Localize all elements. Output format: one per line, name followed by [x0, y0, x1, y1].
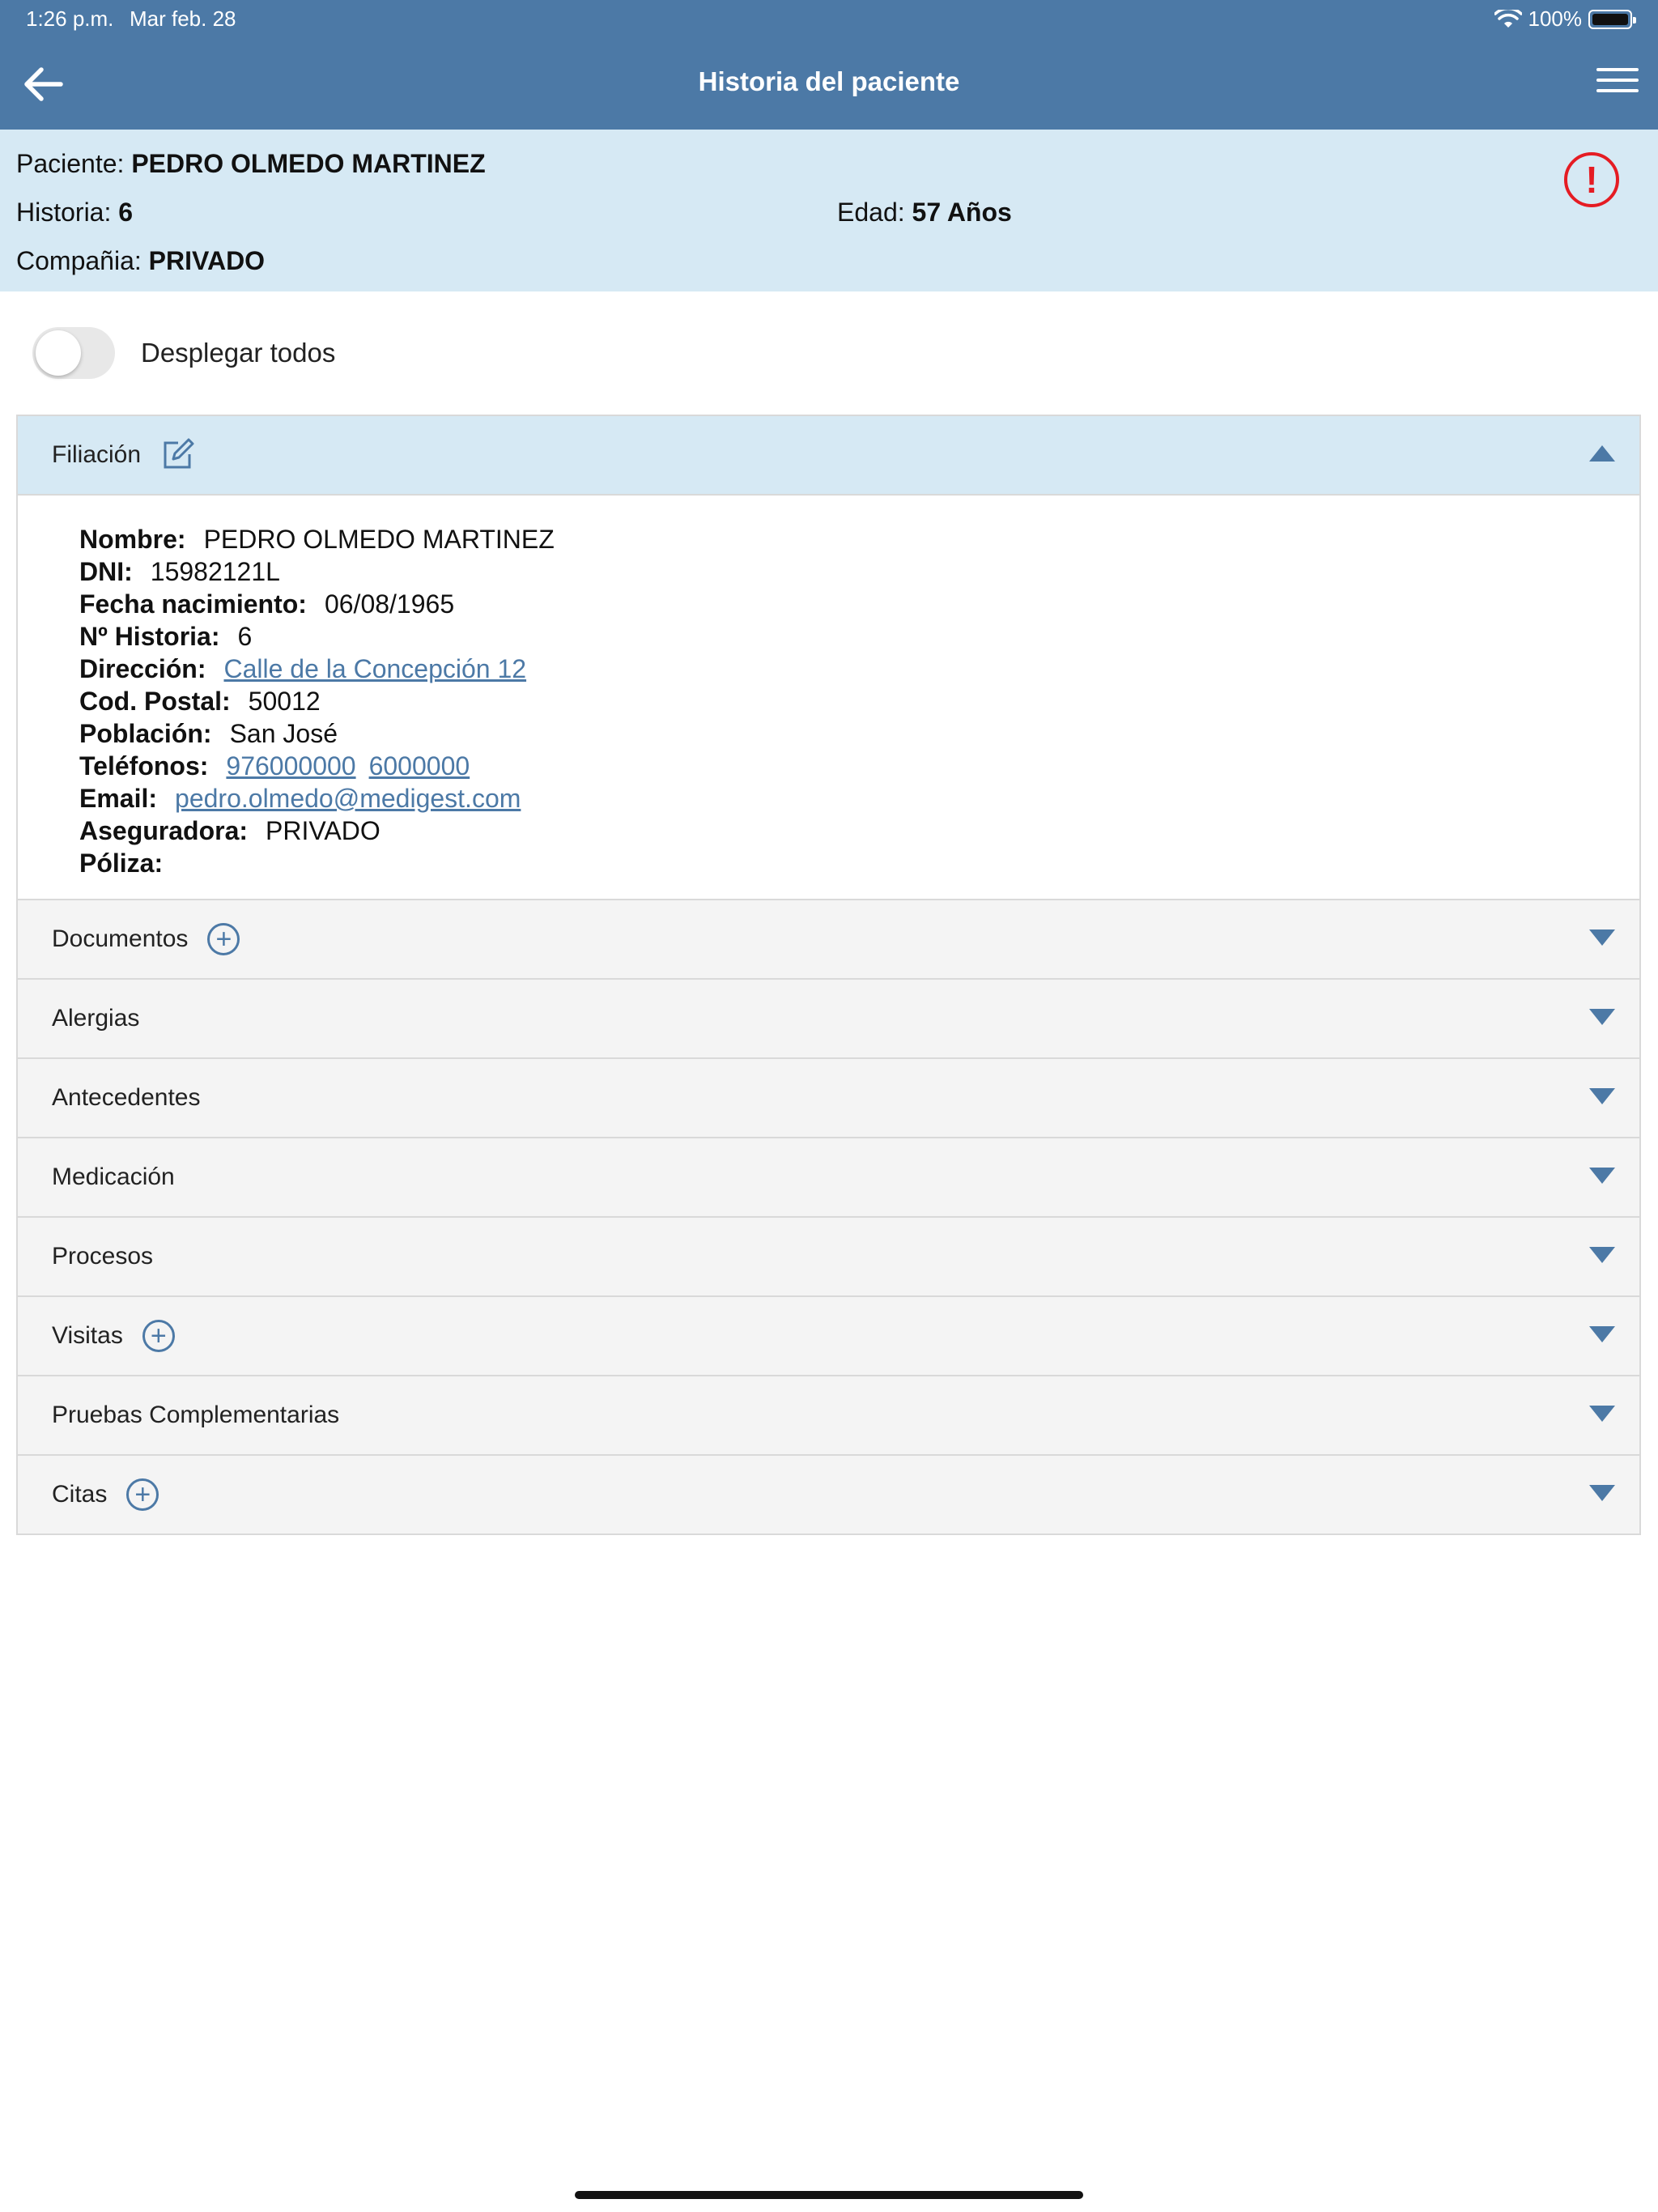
expand-all-toggle[interactable]	[32, 327, 115, 379]
section-citas-title: Citas	[52, 1481, 108, 1508]
field-poblacion: Población: San José	[79, 717, 1639, 750]
patient-age-label: Edad:	[837, 198, 905, 227]
section-filiacion-header[interactable]: Filiación	[18, 416, 1639, 496]
patient-history: Historia: 6	[16, 198, 133, 228]
chevron-down-icon	[1589, 1485, 1615, 1501]
status-indicators: 100%	[1494, 6, 1636, 32]
wifi-icon	[1494, 9, 1522, 28]
field-label: Fecha nacimiento:	[79, 589, 307, 619]
section-antecedentes-header[interactable]: Antecedentes	[18, 1059, 1639, 1138]
field-label: DNI:	[79, 557, 133, 586]
field-cod-postal: Cod. Postal: 50012	[79, 685, 1639, 717]
section-citas-header[interactable]: Citas +	[18, 1456, 1639, 1535]
patient-company-label: Compañia:	[16, 246, 142, 275]
battery-icon	[1588, 9, 1636, 29]
top-bar: 1:26 p.m. Mar feb. 28 100% Historia del …	[0, 0, 1658, 130]
section-visitas-title: Visitas	[52, 1322, 123, 1349]
email-link[interactable]: pedro.olmedo@medigest.com	[175, 784, 521, 813]
field-label: Población:	[79, 719, 212, 748]
add-cita-button[interactable]: +	[126, 1478, 159, 1511]
section-procesos-header[interactable]: Procesos	[18, 1218, 1639, 1297]
section-filiacion-title: Filiación	[52, 441, 142, 468]
patient-summary: Paciente: PEDRO OLMEDO MARTINEZ Historia…	[0, 130, 1658, 291]
chevron-down-icon	[1589, 1326, 1615, 1342]
patient-history-label: Historia:	[16, 198, 112, 227]
status-date: Mar feb. 28	[130, 6, 236, 31]
history-sections: Filiación Nombre: PEDRO OLMEDO MARTINEZ D…	[16, 415, 1641, 1535]
patient-name: Paciente: PEDRO OLMEDO MARTINEZ	[16, 149, 486, 179]
chevron-down-icon	[1589, 929, 1615, 946]
alert-icon[interactable]: !	[1564, 152, 1619, 207]
field-historia: Nº Historia: 6	[79, 620, 1639, 653]
field-value: 50012	[248, 687, 321, 716]
status-time: 1:26 p.m.	[26, 6, 114, 31]
patient-age: Edad: 57 Años	[837, 198, 1012, 228]
section-pruebas-title: Pruebas Complementarias	[52, 1402, 340, 1428]
plus-circle-icon: +	[126, 1478, 159, 1511]
field-direccion: Dirección: Calle de la Concepción 12	[79, 653, 1639, 685]
patient-history-value: 6	[118, 198, 134, 227]
chevron-down-icon	[1589, 1247, 1615, 1263]
field-nombre: Nombre: PEDRO OLMEDO MARTINEZ	[79, 523, 1639, 555]
section-alergias-header[interactable]: Alergias	[18, 980, 1639, 1059]
field-label: Cod. Postal:	[79, 687, 231, 716]
chevron-down-icon	[1589, 1406, 1615, 1422]
hamburger-icon-line	[1596, 79, 1639, 82]
hamburger-icon	[1596, 68, 1639, 71]
add-visita-button[interactable]: +	[142, 1320, 175, 1352]
field-aseguradora: Aseguradora: PRIVADO	[79, 815, 1639, 847]
section-visitas-header[interactable]: Visitas +	[18, 1297, 1639, 1376]
phone-link-2[interactable]: 6000000	[369, 751, 470, 781]
chevron-down-icon	[1589, 1088, 1615, 1104]
hamburger-icon-line	[1596, 89, 1639, 92]
field-value: PEDRO OLMEDO MARTINEZ	[203, 525, 555, 554]
plus-circle-icon: +	[207, 923, 240, 955]
section-medicacion-header[interactable]: Medicación	[18, 1138, 1639, 1218]
field-label: Email:	[79, 784, 158, 813]
page-title: Historia del paciente	[698, 66, 960, 96]
expand-all-label: Desplegar todos	[141, 338, 336, 368]
section-alergias-title: Alergias	[52, 1005, 140, 1032]
section-antecedentes-title: Antecedentes	[52, 1084, 201, 1111]
section-documentos-header[interactable]: Documentos +	[18, 900, 1639, 980]
patient-age-value: 57 Años	[912, 198, 1012, 227]
field-label: Dirección:	[79, 654, 206, 683]
patient-name-label: Paciente:	[16, 149, 125, 178]
edit-icon[interactable]	[160, 438, 194, 472]
section-medicacion-title: Medicación	[52, 1163, 175, 1190]
field-telefonos: Teléfonos: 976000000 6000000	[79, 750, 1639, 782]
field-value: PRIVADO	[266, 816, 380, 845]
section-documentos-title: Documentos	[52, 925, 189, 952]
section-pruebas-header[interactable]: Pruebas Complementarias	[18, 1376, 1639, 1456]
field-email: Email: pedro.olmedo@medigest.com	[79, 782, 1639, 815]
field-label: Aseguradora:	[79, 816, 249, 845]
field-value: San José	[229, 719, 338, 748]
field-label: Nombre:	[79, 525, 186, 554]
field-dni: DNI: 15982121L	[79, 555, 1639, 588]
field-label: Nº Historia:	[79, 622, 220, 651]
field-label: Póliza:	[79, 849, 164, 878]
address-link[interactable]: Calle de la Concepción 12	[223, 654, 526, 683]
field-label: Teléfonos:	[79, 751, 209, 781]
battery-percent: 100%	[1528, 6, 1583, 31]
chevron-down-icon	[1589, 1168, 1615, 1184]
menu-button[interactable]	[1596, 68, 1639, 100]
section-procesos-title: Procesos	[52, 1243, 154, 1270]
plus-circle-icon: +	[142, 1320, 175, 1352]
expand-all-row: Desplegar todos	[32, 327, 335, 379]
section-filiacion-body: Nombre: PEDRO OLMEDO MARTINEZ DNI: 1598212…	[18, 496, 1639, 900]
patient-company: Compañia: PRIVADO	[16, 246, 265, 276]
field-value: 15982121L	[150, 557, 280, 586]
field-value: 6	[237, 622, 253, 651]
chevron-up-icon	[1589, 445, 1615, 462]
phone-link-1[interactable]: 976000000	[226, 751, 355, 781]
field-value: 06/08/1965	[324, 589, 455, 619]
patient-company-value: PRIVADO	[148, 246, 266, 275]
home-indicator[interactable]	[575, 2191, 1083, 2199]
field-fecha-nacimiento: Fecha nacimiento: 06/08/1965	[79, 588, 1639, 620]
field-poliza: Póliza:	[79, 847, 1639, 879]
add-documento-button[interactable]: +	[207, 923, 240, 955]
chevron-down-icon	[1589, 1009, 1615, 1025]
patient-name-value: PEDRO OLMEDO MARTINEZ	[131, 149, 486, 178]
